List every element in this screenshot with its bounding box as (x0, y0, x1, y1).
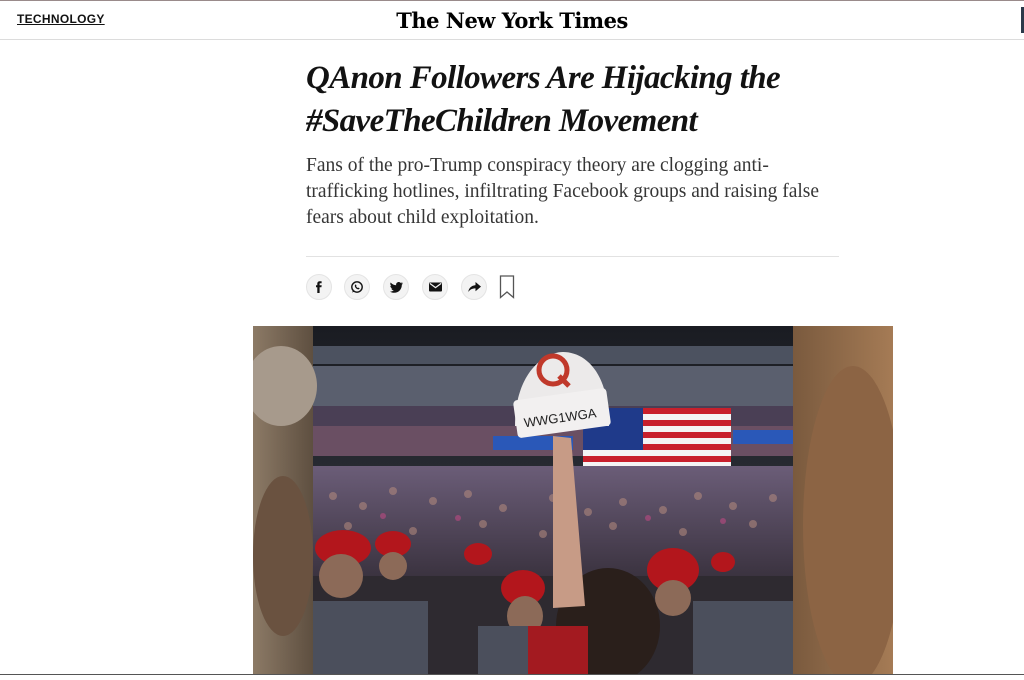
page-bottom-border (0, 674, 1024, 675)
top-nav-bar: TECHNOLOGY The New York Times (0, 0, 1024, 40)
divider (306, 256, 839, 257)
share-arrow-icon (467, 281, 481, 292)
email-share-button[interactable] (422, 274, 448, 300)
whatsapp-share-button[interactable] (344, 274, 370, 300)
whatsapp-icon (351, 281, 363, 293)
article-headline: QAnon Followers Are Hijacking the #SaveT… (306, 60, 781, 139)
facebook-icon (316, 281, 322, 293)
more-share-button[interactable] (461, 274, 487, 300)
article-summary: Fans of the pro-Trump conspiracy theory … (306, 155, 820, 228)
twitter-icon (389, 281, 403, 293)
twitter-share-button[interactable] (383, 274, 409, 300)
article-lead-photo: WWG1WGA (253, 326, 893, 674)
email-icon (428, 282, 442, 292)
bookmark-icon[interactable] (499, 275, 515, 299)
rally-crowd-image: WWG1WGA (253, 326, 893, 674)
nyt-logo[interactable]: The New York Times (0, 8, 1024, 33)
facebook-share-button[interactable] (306, 274, 332, 300)
